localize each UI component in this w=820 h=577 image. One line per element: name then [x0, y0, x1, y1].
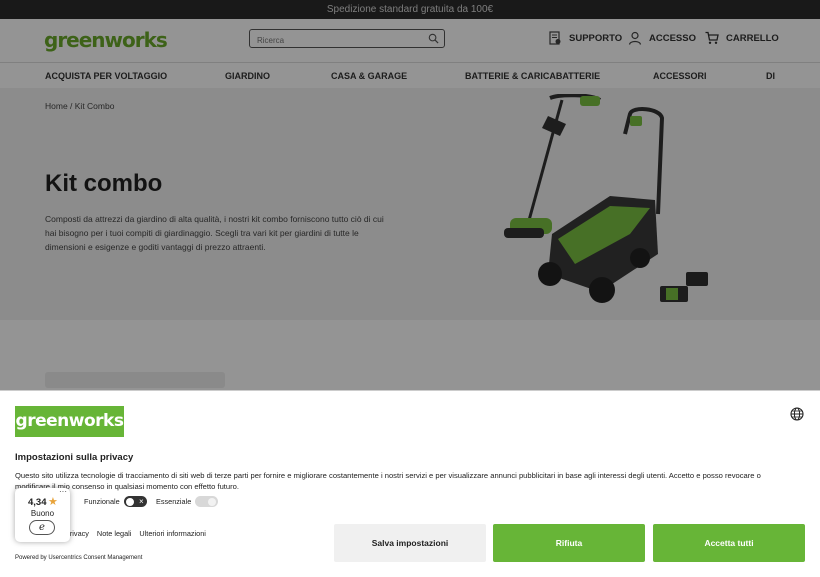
reject-button[interactable]: Rifiuta: [493, 524, 645, 562]
consent-links: Privacy Note legali Ulteriori informazio…: [65, 529, 206, 538]
save-settings-button[interactable]: Salva impostazioni: [334, 524, 486, 562]
toggle-funzionale[interactable]: Funzionale ×: [84, 496, 147, 507]
more-options-icon[interactable]: ···: [59, 487, 67, 496]
toggle-funzionale-label: Funzionale: [84, 497, 120, 506]
star-icon: ★: [48, 496, 58, 508]
off-x-icon: ×: [139, 497, 144, 506]
accept-all-button[interactable]: Accetta tutti: [653, 524, 805, 562]
switch-knob: [208, 497, 217, 506]
toggle-essenziale-label: Essenziale: [156, 497, 192, 506]
essenziale-switch: [195, 496, 219, 507]
rating-score: 4,34: [28, 497, 47, 508]
privacy-consent-banner: greenworks Impostazioni sulla privacy Qu…: [0, 390, 820, 577]
rating-label: Buono: [30, 509, 55, 518]
toggle-essenziale: Essenziale: [156, 496, 219, 507]
funzionale-switch[interactable]: ×: [123, 496, 147, 507]
language-globe-icon[interactable]: [790, 407, 804, 421]
consent-description: Questo sito utilizza tecnologie di tracc…: [15, 471, 761, 491]
switch-knob: [125, 497, 134, 506]
consent-title: Impostazioni sulla privacy: [15, 452, 134, 463]
trusted-shops-badge-icon: e: [29, 520, 55, 535]
rating-widget[interactable]: ··· 4,34 ★ Buono e: [15, 487, 70, 542]
legal-notes-link[interactable]: Note legali: [97, 529, 131, 538]
more-info-link[interactable]: Ulteriori informazioni: [139, 529, 206, 538]
powered-by-note: Powered by Usercentrics Consent Manageme…: [15, 555, 143, 561]
consent-logo: greenworks: [15, 406, 124, 437]
